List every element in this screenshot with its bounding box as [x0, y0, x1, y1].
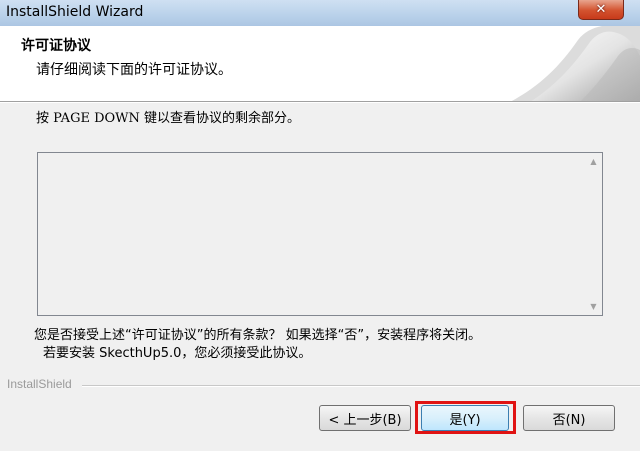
- accept-requirement: 若要安装 SkecthUp5.0，您必须接受此协议。: [43, 346, 312, 361]
- back-button[interactable]: < 上一步(B): [319, 405, 411, 431]
- installer-window: InstallShield Wizard ✕ 许可证协议 请仔细阅读下面的许可证…: [0, 0, 640, 451]
- footer-separator: [82, 385, 640, 387]
- page-title: 许可证协议: [21, 38, 91, 54]
- close-icon: ✕: [595, 2, 607, 17]
- vertical-scrollbar[interactable]: ▲ ▼: [585, 153, 602, 315]
- accept-question: 您是否接受上述“许可证协议”的所有条款？ 如果选择“否”，安装程序将关闭。: [34, 328, 482, 343]
- window-title: InstallShield Wizard: [6, 4, 144, 20]
- header-banner: 许可证协议 请仔细阅读下面的许可证协议。: [0, 26, 640, 102]
- highlight-box: [415, 401, 516, 434]
- close-button[interactable]: ✕: [578, 0, 624, 20]
- header-separator: [0, 101, 640, 103]
- scroll-up-arrow-icon[interactable]: ▲: [585, 153, 602, 170]
- no-button[interactable]: 否(N): [523, 405, 615, 431]
- page-subtitle: 请仔细阅读下面的许可证协议。: [36, 62, 232, 78]
- page-curl-graphic: [510, 26, 640, 102]
- scroll-instruction: 按 PAGE DOWN 键以查看协议的剩余部分。: [36, 111, 301, 126]
- license-textbox[interactable]: ▲ ▼: [37, 152, 603, 316]
- installshield-brand: InstallShield: [7, 377, 72, 391]
- scroll-down-arrow-icon[interactable]: ▼: [585, 298, 602, 315]
- title-bar[interactable]: InstallShield Wizard ✕: [0, 0, 640, 26]
